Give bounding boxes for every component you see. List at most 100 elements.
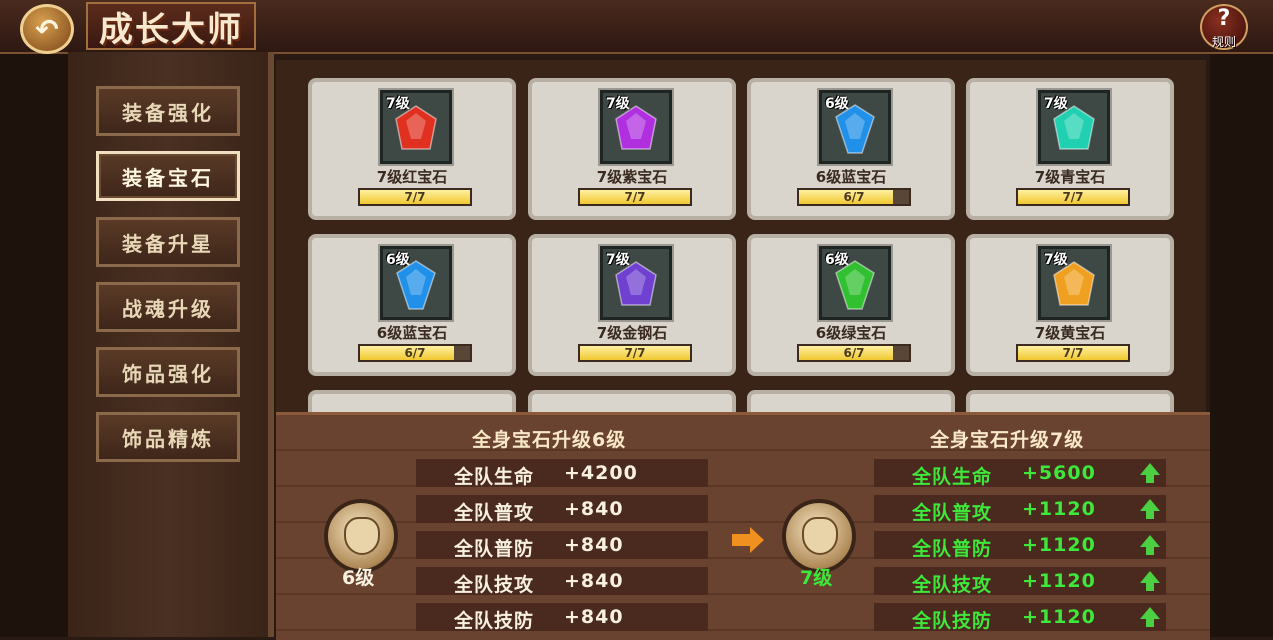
gem-card[interactable]: 7级 7级紫宝石 7/7 bbox=[528, 78, 736, 220]
stat-label: 全队技攻 bbox=[912, 574, 993, 596]
gem-icon-frame: 7级 bbox=[598, 244, 674, 322]
stat-value: +1120 bbox=[1022, 570, 1096, 592]
current-level: 6级 bbox=[342, 567, 375, 589]
stat-value: +840 bbox=[564, 534, 624, 556]
tab-accessory-enhance[interactable]: 饰品强化 bbox=[96, 347, 240, 397]
left-frame-edge bbox=[0, 52, 68, 637]
gem-name: 6级蓝宝石 bbox=[376, 324, 448, 342]
stat-row: 全队普攻 +1120 bbox=[874, 495, 1166, 524]
gem-progress-text: 6/7 bbox=[843, 346, 865, 360]
stat-value: +5600 bbox=[1022, 462, 1096, 484]
gem-name: 7级红宝石 bbox=[376, 168, 448, 186]
gem-progress-bar: 7/7 bbox=[578, 188, 692, 206]
gem-card[interactable]: 6级 6级绿宝石 6/7 bbox=[747, 234, 955, 376]
right-frame-edge bbox=[1210, 52, 1273, 637]
stat-row: 全队普攻 +840 bbox=[416, 495, 708, 524]
stat-value: +840 bbox=[564, 606, 624, 628]
stat-row: 全队生命 +4200 bbox=[416, 459, 708, 488]
stat-label: 全队技防 bbox=[454, 610, 535, 632]
tab-accessory-refine[interactable]: 饰品精炼 bbox=[96, 412, 240, 462]
stat-value: +840 bbox=[564, 570, 624, 592]
gem-icon-frame: 7级 bbox=[378, 88, 454, 166]
stat-value: +840 bbox=[564, 498, 624, 520]
stat-label: 全队普防 bbox=[912, 538, 993, 560]
upgrade-panel: 全身宝石升级6级 全身宝石升级7级 全队生命 +4200 全队普攻 +840 全队普防 +… bbox=[276, 412, 1210, 640]
gem-card[interactable]: 7级 7级青宝石 7/7 bbox=[966, 78, 1174, 220]
gem-card-partial bbox=[966, 390, 1174, 412]
tab-equip-star[interactable]: 装备升星 bbox=[96, 217, 240, 267]
back-button[interactable]: ↶ bbox=[20, 4, 74, 54]
back-arrow-icon: ↶ bbox=[35, 12, 59, 46]
tab-soul-upgrade[interactable]: 战魂升级 bbox=[96, 282, 240, 332]
stat-label: 全队技防 bbox=[912, 610, 993, 632]
gem-card[interactable]: 7级 7级红宝石 7/7 bbox=[308, 78, 516, 220]
tab-equip-enhance[interactable]: 装备强化 bbox=[96, 86, 240, 136]
gem-card[interactable]: 6级 6级蓝宝石 6/7 bbox=[747, 78, 955, 220]
gem-card[interactable]: 6级 6级蓝宝石 6/7 bbox=[308, 234, 516, 376]
gem-card[interactable]: 7级 7级黄宝石 7/7 bbox=[966, 234, 1174, 376]
gem-icon bbox=[615, 105, 657, 150]
gem-icon bbox=[1053, 105, 1095, 150]
stat-row: 全队技攻 +1120 bbox=[874, 567, 1166, 596]
next-tier-title: 全身宝石升级7级 bbox=[930, 429, 1085, 451]
rules-label: 规则 bbox=[1211, 35, 1236, 49]
gem-card-partial bbox=[308, 390, 516, 412]
gem-name: 7级金钢石 bbox=[596, 324, 668, 342]
gem-icon-frame: 7级 bbox=[598, 88, 674, 166]
rules-button[interactable]: ? 规则 bbox=[1200, 4, 1248, 50]
gem-icon bbox=[835, 260, 875, 310]
gem-progress-text: 6/7 bbox=[843, 190, 865, 204]
next-level: 7级 bbox=[800, 567, 833, 589]
top-bar: ↶ 成长大师 ? 规则 bbox=[0, 0, 1273, 54]
gem-name: 6级蓝宝石 bbox=[815, 168, 887, 186]
gem-name: 7级青宝石 bbox=[1034, 168, 1106, 186]
gem-icon bbox=[395, 105, 437, 150]
gem-progress-text: 7/7 bbox=[1062, 190, 1084, 204]
stat-value: +1120 bbox=[1022, 534, 1096, 556]
gem-card[interactable]: 7级 7级金钢石 7/7 bbox=[528, 234, 736, 376]
up-arrow-icon bbox=[1140, 535, 1160, 555]
gem-name: 6级绿宝石 bbox=[815, 324, 887, 342]
current-tier-title: 全身宝石升级6级 bbox=[472, 429, 627, 451]
stat-label: 全队生命 bbox=[912, 466, 993, 488]
stat-label: 全队技攻 bbox=[454, 574, 535, 596]
gem-card-partial bbox=[528, 390, 736, 412]
gem-icon-frame: 7级 bbox=[1036, 244, 1112, 322]
stat-value: +1120 bbox=[1022, 606, 1096, 628]
gem-icon bbox=[615, 261, 657, 306]
gem-progress-bar: 7/7 bbox=[1016, 344, 1130, 362]
up-arrow-icon bbox=[1140, 607, 1160, 627]
gem-progress-bar: 6/7 bbox=[358, 344, 472, 362]
stat-value: +1120 bbox=[1022, 498, 1096, 520]
gem-progress-text: 7/7 bbox=[624, 190, 646, 204]
gem-grid: 7级 7级红宝石 7/7 7级 7级紫宝石 7/7 6级 6级蓝宝石 6/7 7级 7级青宝石 7/7… bbox=[276, 60, 1206, 412]
gem-icon-frame: 6级 bbox=[817, 244, 893, 322]
gem-icon bbox=[1053, 261, 1095, 306]
sidebar: 装备强化 装备宝石 装备升星 战魂升级 饰品强化 饰品精炼 bbox=[68, 52, 274, 637]
stat-row: 全队技攻 +840 bbox=[416, 567, 708, 596]
up-arrow-icon bbox=[1140, 463, 1160, 483]
gem-progress-text: 6/7 bbox=[404, 346, 426, 360]
stat-row: 全队技防 +1120 bbox=[874, 603, 1166, 632]
gem-progress-bar: 7/7 bbox=[578, 344, 692, 362]
gem-progress-text: 7/7 bbox=[1062, 346, 1084, 360]
stat-row: 全队生命 +5600 bbox=[874, 459, 1166, 488]
stat-label: 全队普攻 bbox=[454, 502, 535, 524]
gem-progress-bar: 7/7 bbox=[1016, 188, 1130, 206]
gem-icon-frame: 7级 bbox=[1036, 88, 1112, 166]
stat-row: 全队普防 +1120 bbox=[874, 531, 1166, 560]
next-medal-icon bbox=[782, 499, 856, 573]
tab-equip-gem[interactable]: 装备宝石 bbox=[96, 151, 240, 201]
gem-name: 7级黄宝石 bbox=[1034, 324, 1106, 342]
stat-row: 全队技防 +840 bbox=[416, 603, 708, 632]
gem-progress-text: 7/7 bbox=[624, 346, 646, 360]
gem-icon bbox=[396, 260, 436, 310]
stat-value: +4200 bbox=[564, 462, 638, 484]
up-arrow-icon bbox=[1140, 499, 1160, 519]
gem-name: 7级紫宝石 bbox=[596, 168, 668, 186]
page-title: 成长大师 bbox=[86, 2, 256, 50]
gem-icon-frame: 6级 bbox=[817, 88, 893, 166]
stat-label: 全队普攻 bbox=[912, 502, 993, 524]
stat-label: 全队普防 bbox=[454, 538, 535, 560]
current-medal-icon bbox=[324, 499, 398, 573]
